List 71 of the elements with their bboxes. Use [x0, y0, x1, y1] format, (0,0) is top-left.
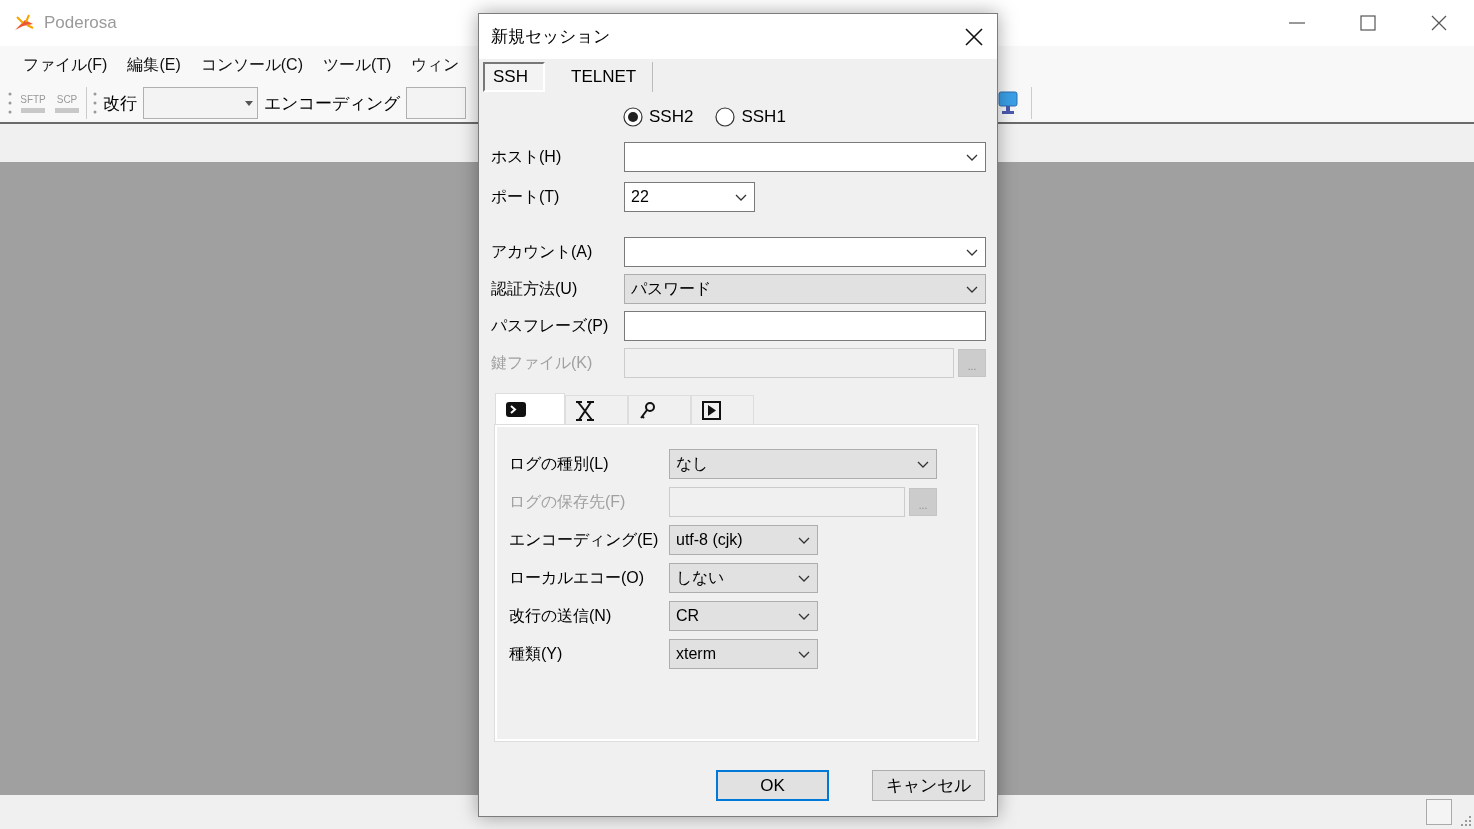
- field-value: 22: [631, 188, 650, 206]
- play-icon: [702, 401, 721, 420]
- x-letter-icon: [576, 400, 594, 421]
- field-label: 鍵ファイル(K): [491, 352, 594, 373]
- dropdown[interactable]: utf-8 (cjk): [669, 525, 818, 555]
- dialog-title: 新規セッション: [491, 26, 611, 48]
- grip-icon: [8, 91, 12, 115]
- chevron-down-icon: [797, 611, 811, 621]
- chevron-down-icon: [965, 247, 979, 257]
- tab[interactable]: SSH: [483, 62, 545, 92]
- radio-button[interactable]: SSH1: [715, 107, 786, 127]
- terminal-icon: [506, 402, 526, 417]
- window-title: Poderosa: [44, 13, 118, 33]
- tab[interactable]: [495, 393, 565, 425]
- field-label: 認証方法(U): [491, 278, 579, 299]
- close-icon: [965, 27, 983, 46]
- menu-item[interactable]: コンソール(C): [192, 54, 311, 76]
- field-label: ログの種別(L): [509, 453, 610, 474]
- chevron-down-icon: [797, 573, 811, 583]
- field-label: 種類(Y): [509, 643, 564, 664]
- combo-box[interactable]: [624, 142, 986, 172]
- field-label: ポート(T): [491, 186, 561, 207]
- field-value: CR: [676, 607, 701, 625]
- chevron-down-icon: [965, 152, 979, 162]
- dropdown[interactable]: パスワード: [624, 274, 986, 304]
- close-icon: [1430, 15, 1447, 31]
- menu-item[interactable]: 編集(E): [119, 54, 189, 76]
- field-label: アカウント(A): [491, 241, 594, 262]
- field-label: ログの保存先(F): [509, 491, 627, 512]
- app-logo-icon: [13, 14, 35, 32]
- combo-box[interactable]: [624, 237, 986, 267]
- monitor-icon[interactable]: [998, 90, 1020, 116]
- grip-icon: [93, 91, 97, 115]
- maximize-icon: [1359, 15, 1376, 31]
- field-value: パスワード: [631, 278, 712, 299]
- dropdown-arrow-icon: [245, 100, 253, 106]
- dialog-button[interactable]: キャンセル: [872, 770, 985, 801]
- resize-grip-icon: [1460, 815, 1472, 827]
- menu-item[interactable]: ウィン: [403, 54, 468, 76]
- field-label: ホスト(H): [491, 146, 563, 167]
- key-icon: [639, 401, 655, 420]
- toolbar-label: エンコーディング: [264, 92, 400, 115]
- chevron-down-icon: [916, 459, 930, 469]
- menu-item[interactable]: ファイル(F): [15, 54, 116, 76]
- field-label: エンコーディング(E): [509, 529, 660, 550]
- dropdown[interactable]: しない: [669, 563, 818, 593]
- chevron-down-icon: [734, 192, 748, 202]
- minimize-icon: [1288, 22, 1305, 24]
- input-field[interactable]: [624, 311, 986, 341]
- dropdown[interactable]: xterm: [669, 639, 818, 669]
- field-value: xterm: [676, 645, 717, 663]
- dialog-button[interactable]: OK: [716, 770, 829, 801]
- dropdown[interactable]: なし: [669, 449, 937, 479]
- dropdown[interactable]: CR: [669, 601, 818, 631]
- tab[interactable]: [565, 395, 628, 425]
- tab[interactable]: [628, 395, 691, 425]
- tab[interactable]: [691, 395, 754, 425]
- field-label: パスフレーズ(P): [491, 315, 610, 336]
- field-value: なし: [676, 453, 709, 474]
- field-label: ローカルエコー(O): [509, 567, 646, 588]
- menu-item[interactable]: ツール(T): [315, 54, 400, 76]
- status-panel: [1426, 799, 1452, 825]
- chevron-down-icon: [797, 649, 811, 659]
- radio-button[interactable]: SSH2: [623, 107, 694, 127]
- chevron-down-icon: [965, 284, 979, 294]
- combo-box[interactable]: 22: [624, 182, 755, 212]
- field-value: utf-8 (cjk): [676, 531, 744, 549]
- toolbar-label: 改行: [103, 92, 137, 115]
- field-value: しない: [676, 567, 725, 588]
- chevron-down-icon: [797, 535, 811, 545]
- field-label: 改行の送信(N): [509, 605, 613, 626]
